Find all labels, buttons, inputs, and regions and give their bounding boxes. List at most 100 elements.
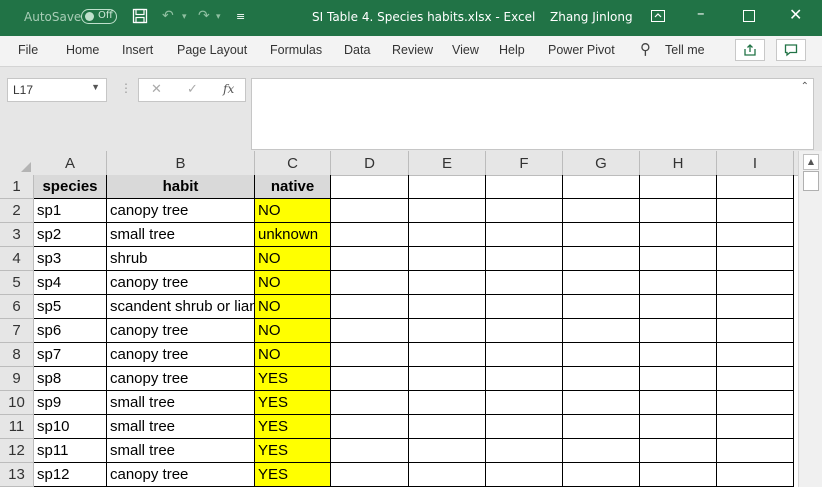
cell[interactable] [331,415,409,439]
resize-handle-icon[interactable]: ⋮ [120,81,132,95]
cell[interactable] [563,343,640,367]
tab-page-layout[interactable]: Page Layout [177,43,247,57]
cell[interactable] [486,271,563,295]
cell[interactable] [486,367,563,391]
cell[interactable] [409,223,486,247]
cell[interactable] [717,295,794,319]
cell[interactable] [331,271,409,295]
cell[interactable] [486,199,563,223]
cell[interactable] [717,199,794,223]
species-cell[interactable]: sp4 [34,271,107,295]
row-header[interactable]: 12 [0,439,34,463]
maximize-icon[interactable] [743,8,755,26]
column-header-f[interactable]: F [486,151,563,175]
cell[interactable] [331,247,409,271]
insert-function-icon[interactable]: fx [223,82,234,96]
habit-cell[interactable]: canopy tree [107,271,255,295]
native-cell[interactable]: YES [255,391,331,415]
habit-cell[interactable]: canopy tree [107,319,255,343]
cell[interactable] [409,247,486,271]
cell[interactable] [409,391,486,415]
cell[interactable] [409,439,486,463]
row-header[interactable]: 3 [0,223,34,247]
cancel-icon[interactable]: ✕ [151,82,162,97]
tab-view[interactable]: View [452,43,479,57]
cell[interactable] [717,319,794,343]
species-cell[interactable]: sp3 [34,247,107,271]
cell[interactable] [486,439,563,463]
cell[interactable] [563,271,640,295]
minimize-icon[interactable]: – [697,4,705,22]
native-cell[interactable]: NO [255,343,331,367]
comments-button[interactable] [776,39,806,61]
cell[interactable] [331,199,409,223]
cell[interactable] [640,175,717,199]
native-cell[interactable]: NO [255,319,331,343]
cell[interactable] [640,199,717,223]
formula-input[interactable]: ⌃ [251,78,814,150]
species-cell[interactable]: sp9 [34,391,107,415]
column-header-a[interactable]: A [34,151,107,175]
cell[interactable] [486,463,563,487]
cell[interactable] [717,175,794,199]
cell[interactable] [640,343,717,367]
cell[interactable] [409,463,486,487]
cell[interactable] [563,439,640,463]
row-header[interactable]: 2 [0,199,34,223]
species-cell[interactable]: sp7 [34,343,107,367]
cell[interactable] [409,199,486,223]
cell[interactable] [717,343,794,367]
cell[interactable] [486,343,563,367]
native-cell[interactable]: unknown [255,223,331,247]
habit-cell[interactable]: small tree [107,415,255,439]
select-all-button[interactable] [0,151,34,175]
cell[interactable] [331,439,409,463]
header-cell-native[interactable]: native [255,175,331,199]
customize-qat-icon[interactable]: ≡ [236,10,245,23]
tab-formulas[interactable]: Formulas [270,43,322,57]
cell[interactable] [640,439,717,463]
native-cell[interactable]: YES [255,415,331,439]
undo-icon[interactable]: ↶ [162,8,174,24]
tab-file[interactable]: File [18,43,38,57]
cell[interactable] [563,247,640,271]
row-header[interactable]: 4 [0,247,34,271]
habit-cell[interactable]: small tree [107,439,255,463]
species-cell[interactable]: sp1 [34,199,107,223]
tell-me-search[interactable]: Tell me [665,43,705,57]
habit-cell[interactable]: canopy tree [107,367,255,391]
cell[interactable] [331,295,409,319]
row-header[interactable]: 9 [0,367,34,391]
habit-cell[interactable]: canopy tree [107,343,255,367]
cell[interactable] [486,247,563,271]
cell[interactable] [717,439,794,463]
redo-icon[interactable]: ↷ [198,8,210,24]
cell[interactable] [331,367,409,391]
close-icon[interactable]: ✕ [789,5,802,24]
row-header[interactable]: 1 [0,175,34,199]
collapse-formula-bar-icon[interactable]: ⌃ [801,81,809,92]
species-cell[interactable]: sp8 [34,367,107,391]
vertical-scrollbar[interactable]: ▲ [798,151,822,487]
name-box[interactable]: L17 ▼ [7,78,107,102]
cell[interactable] [640,367,717,391]
native-cell[interactable]: NO [255,271,331,295]
cell[interactable] [409,295,486,319]
native-cell[interactable]: YES [255,439,331,463]
habit-cell[interactable]: small tree [107,391,255,415]
native-cell[interactable]: NO [255,199,331,223]
scroll-thumb[interactable] [803,171,819,191]
row-header[interactable]: 5 [0,271,34,295]
cell[interactable] [640,247,717,271]
species-cell[interactable]: sp10 [34,415,107,439]
native-cell[interactable]: YES [255,463,331,487]
cell[interactable] [640,415,717,439]
column-header-h[interactable]: H [640,151,717,175]
column-header-i[interactable]: I [717,151,794,175]
cell[interactable] [486,391,563,415]
tab-help[interactable]: Help [499,43,525,57]
cell[interactable] [331,391,409,415]
chevron-down-icon[interactable]: ▼ [91,82,100,92]
cell[interactable] [331,319,409,343]
cell[interactable] [409,367,486,391]
